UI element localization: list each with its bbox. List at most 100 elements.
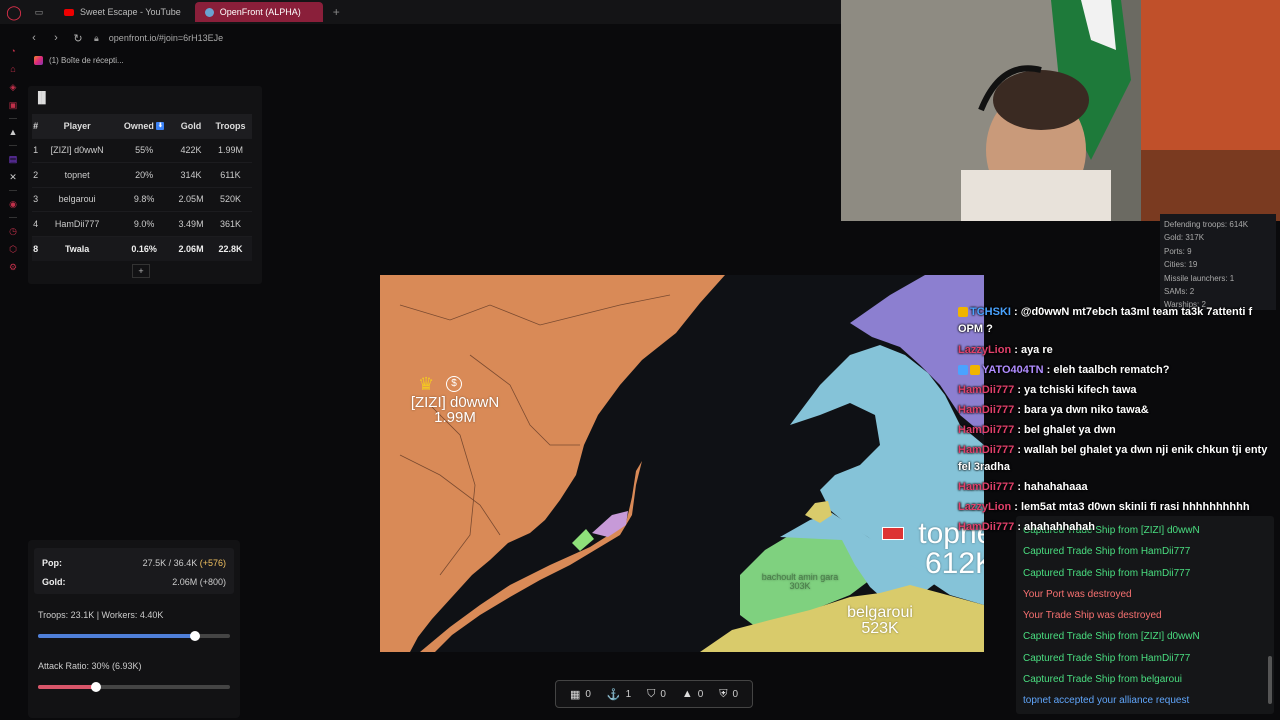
address-bar: ‹ › ↻ 🔒︎ openfront.io/#join=6rH13EJe — [28, 28, 840, 48]
build-count: 0 — [585, 688, 591, 700]
expand-leaderboard-button[interactable]: + — [132, 264, 150, 278]
sam-icon: ⛨ — [719, 687, 728, 700]
twitch-icon[interactable]: ▤ — [8, 154, 18, 164]
cell-gold: 2.05M — [173, 186, 209, 212]
table-row-self[interactable]: 8 Twala 0.16% 2.06M 22.8K — [32, 235, 252, 261]
chat-user: YATO404TN — [982, 364, 1044, 376]
chat-message: HamDii777 : wallah bel ghalet ya dwn nji… — [958, 442, 1274, 476]
cell-rank: 3 — [32, 186, 40, 212]
troops-slider[interactable] — [38, 631, 230, 641]
table-row[interactable]: 2 topnet 20% 314K 611K — [32, 162, 252, 187]
reload-icon[interactable]: ↻ — [72, 32, 84, 45]
chat-text: : bara ya dwn niko tawa& — [1014, 404, 1149, 416]
missile-icon: ▲ — [681, 688, 693, 700]
chat-message: HamDii777 : hahahahaaa — [958, 479, 1274, 496]
map-label-zizi[interactable]: [ZIZI] d0wwN 1.99M — [390, 395, 520, 425]
build-count: 0 — [660, 688, 666, 700]
badge-icon — [958, 307, 968, 318]
chat-text: : ahahahhahah — [1014, 521, 1095, 533]
bookmarks-bar: (1) Boîte de récepti... — [28, 52, 124, 68]
sort-down-icon[interactable]: ⬇ — [156, 122, 165, 131]
pop-row: Pop: 27.5K / 36.4K (+576) — [42, 558, 226, 568]
bookmark-link[interactable]: (1) Boîte de récepti... — [49, 56, 124, 65]
youtube-icon — [64, 8, 74, 16]
history-icon[interactable]: ◷ — [8, 226, 18, 236]
stats-box: Pop: 27.5K / 36.4K (+576) Gold: 2.06M (+… — [34, 548, 234, 594]
chat-message: HamDii777 : bara ya dwn niko tawa& — [958, 402, 1274, 419]
map-label-belgaroui[interactable]: belgaroui 523K — [820, 605, 940, 637]
forward-icon[interactable]: › — [50, 32, 62, 44]
troops-text: Troops: 23.1K | Workers: 4.40K — [38, 610, 164, 620]
badge-icon — [958, 365, 968, 376]
col-troops[interactable]: Troops — [208, 114, 252, 138]
build-port-button[interactable]: ⚓ 1 — [607, 688, 631, 701]
col-player[interactable]: Player — [39, 114, 116, 138]
tab-title: OpenFront (ALPHA) — [219, 7, 301, 17]
chat-text: : ya tchiski kifech tawa — [1014, 384, 1137, 396]
info-gold: Gold: 317K — [1164, 233, 1205, 243]
map-label-bachoult[interactable]: bachoult amin gara 303K — [740, 573, 860, 591]
settings-icon[interactable]: ⚙ — [8, 262, 18, 272]
build-city-button[interactable]: ▦ 0 — [570, 688, 591, 701]
shop-icon[interactable]: ⌂ — [8, 64, 18, 74]
table-row[interactable]: 4 HamDii777 9.0% 3.49M 361K — [32, 211, 252, 236]
attack-slider-thumb[interactable] — [90, 682, 101, 692]
bar-chart-icon[interactable]: ▐▌ — [34, 92, 50, 104]
chat-text: : bel ghalet ya dwn — [1014, 424, 1116, 436]
attack-ratio-text: Attack Ratio: 30% (6.93K) — [38, 661, 142, 671]
table-row[interactable]: 1 [ZIZI] d0wwN 55% 422K 1.99M — [32, 137, 252, 163]
col-rank: # — [32, 114, 40, 138]
new-tab-button[interactable]: + — [327, 5, 346, 19]
opera-logo-icon[interactable]: ◯ — [0, 4, 28, 21]
build-missile-button[interactable]: ▲ 0 — [682, 688, 703, 700]
cell-troops: 520K — [208, 186, 252, 212]
event-item: Captured Trade Ship from HamDii777 — [1023, 568, 1191, 579]
workspaces-button[interactable]: ▭ — [28, 2, 50, 22]
chat-message: YATO404TN : eleh taalbch rematch? — [958, 362, 1274, 379]
extensions-icon[interactable]: ⬡ — [8, 244, 18, 254]
anchor-icon: ⚓ — [606, 688, 621, 701]
cell-troops: 361K — [208, 211, 252, 236]
leaderboard-table: # Player Owned ⬇ Gold Troops 1 [ZIZI] d0… — [32, 114, 252, 261]
tab-youtube[interactable]: Sweet Escape - YouTube — [54, 2, 191, 22]
pop-gain: (+576) — [199, 558, 226, 568]
tab-openfront[interactable]: OpenFront (ALPHA) — [194, 2, 323, 22]
back-icon[interactable]: ‹ — [28, 32, 40, 44]
event-log-scrollbar[interactable] — [1268, 656, 1272, 704]
speed-dial-icon[interactable]: ◔ — [8, 46, 18, 56]
url-input[interactable]: openfront.io/#join=6rH13EJe — [109, 33, 223, 43]
cell-gold: 314K — [173, 162, 209, 187]
webcam-overlay — [841, 0, 1280, 221]
cell-owned: 9.8% — [115, 186, 174, 212]
arrow-icon[interactable]: ▲ — [8, 127, 18, 137]
chat-text: : eleh taalbch rematch? — [1043, 364, 1170, 376]
info-defending-troops: Defending troops: 614K — [1164, 220, 1249, 229]
x-icon[interactable]: ✕ — [8, 172, 18, 182]
build-defense-button[interactable]: ⛉ 0 — [647, 688, 666, 701]
event-item: Captured Trade Ship from HamDii777 — [1023, 653, 1191, 664]
chat-message: HamDii777 : bel ghalet ya dwn — [958, 422, 1274, 439]
player-icon[interactable]: ◉ — [8, 199, 18, 209]
build-bar: ▦ 0 ⚓ 1 ⛉ 0 ▲ 0 ⛨ 0 — [555, 680, 753, 708]
attack-ratio-slider[interactable] — [38, 682, 230, 692]
table-row[interactable]: 3 belgaroui 9.8% 2.05M 520K — [32, 186, 252, 212]
cell-rank: 2 — [32, 162, 40, 187]
pop-label: Pop: — [42, 558, 62, 568]
troops-slider-thumb[interactable] — [190, 631, 201, 641]
build-sam-button[interactable]: ⛨ 0 — [719, 688, 738, 701]
map-label-troops: 523K — [861, 620, 899, 637]
cell-rank: 1 — [32, 137, 40, 163]
col-owned[interactable]: Owned ⬇ — [115, 114, 174, 138]
aria-icon[interactable]: ◈ — [8, 82, 18, 92]
stream-chat: TCHSKI : @d0wwN mt7ebch ta3ml team ta3k … — [958, 304, 1274, 536]
event-log[interactable]: Captured Trade Ship from [ZIZI] d0wwN Ca… — [1016, 516, 1274, 714]
messenger-icon[interactable]: ▣ — [8, 100, 18, 110]
gold-row: Gold: 2.06M (+800) — [42, 577, 226, 587]
sidebar-divider — [9, 118, 17, 119]
event-item: Captured Trade Ship from HamDii777 — [1023, 546, 1191, 557]
col-gold[interactable]: Gold — [173, 114, 209, 138]
game-map[interactable]: ♛ $ [ZIZI] d0wwN 1.99M topnet 612K belga… — [380, 275, 984, 652]
chat-user: HamDii777 — [958, 384, 1015, 396]
cell-owned: 0.16% — [115, 235, 174, 261]
chat-user: HamDii777 — [958, 424, 1015, 436]
